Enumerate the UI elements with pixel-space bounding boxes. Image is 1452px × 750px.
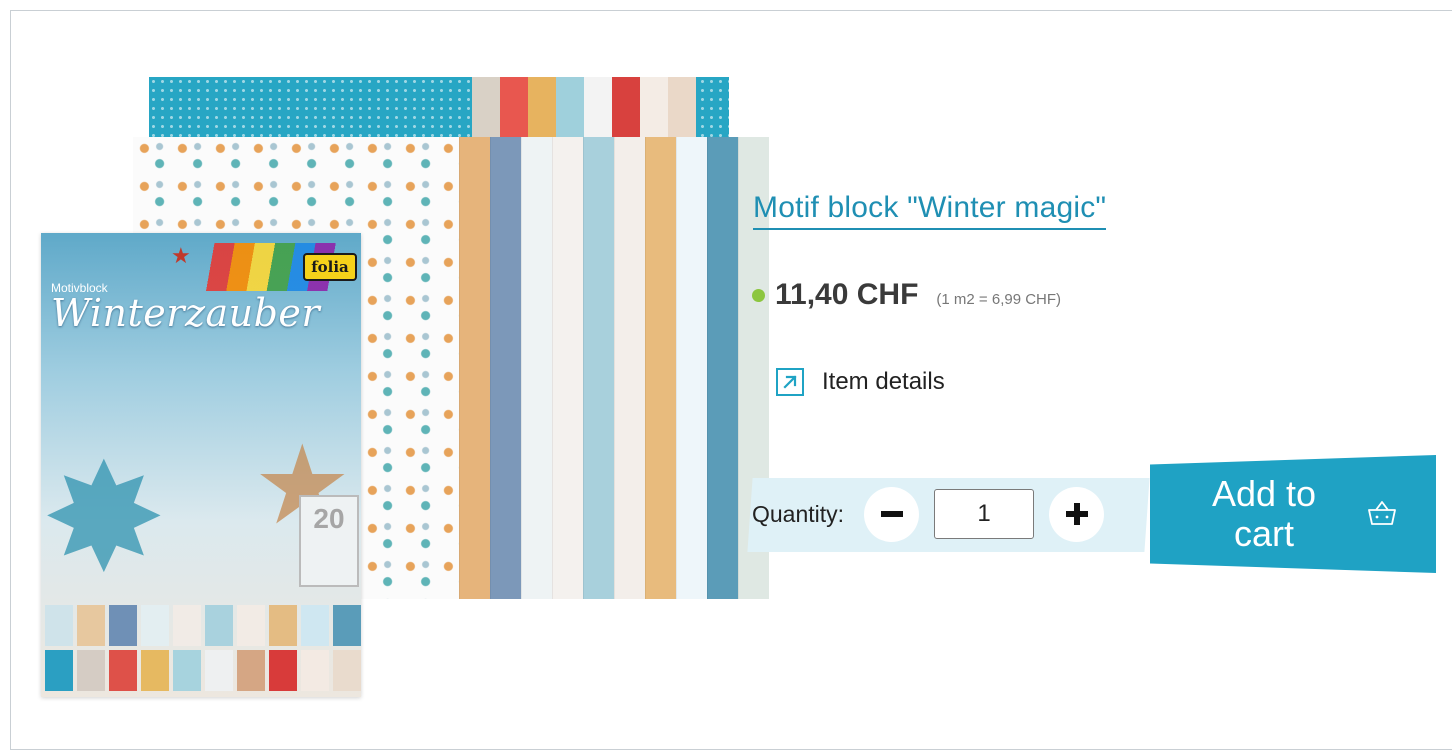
block-cover: folia ★ Motivblock Winterzauber ✸ ★ 20: [41, 233, 361, 697]
decrease-quantity-button[interactable]: [864, 486, 920, 542]
availability-dot-icon: [752, 288, 765, 302]
shopping-basket-icon: [1367, 499, 1397, 530]
quantity-controls: Quantity:: [752, 485, 1105, 543]
price: 11,40 CHF: [775, 278, 919, 311]
increase-quantity-button[interactable]: [1049, 486, 1105, 542]
price-row: 11,40 CHF (1 m2 = 6,99 CHF): [752, 278, 1061, 312]
cover-thumbnails: [45, 605, 361, 691]
item-details-link[interactable]: Item details: [776, 368, 945, 396]
unit-price: (1 m2 = 6,99 CHF): [936, 291, 1062, 308]
plus-icon: [1065, 503, 1088, 525]
quantity-label: Quantity:: [752, 500, 845, 527]
quantity-input[interactable]: [934, 489, 1035, 539]
sheet-count-badge: 20: [299, 495, 359, 587]
brand-logo: folia: [303, 253, 357, 281]
product-card: folia ★ Motivblock Winterzauber ✸ ★ 20: [10, 10, 1452, 750]
item-details-label: Item details: [822, 368, 945, 395]
add-to-cart-button[interactable]: Add to cart: [1150, 455, 1436, 573]
external-link-arrow-icon: [776, 368, 804, 396]
cover-title: Winterzauber: [51, 291, 321, 335]
minus-icon: [880, 511, 903, 517]
product-image[interactable]: folia ★ Motivblock Winterzauber ✸ ★ 20: [39, 71, 769, 711]
paper-star-blue: ✸: [41, 434, 167, 602]
add-to-cart-label: Add to cart: [1211, 473, 1317, 554]
star-icon: ★: [171, 243, 191, 268]
product-title-link[interactable]: Motif block "Winter magic": [753, 190, 1107, 230]
paper-strips: [459, 137, 769, 599]
